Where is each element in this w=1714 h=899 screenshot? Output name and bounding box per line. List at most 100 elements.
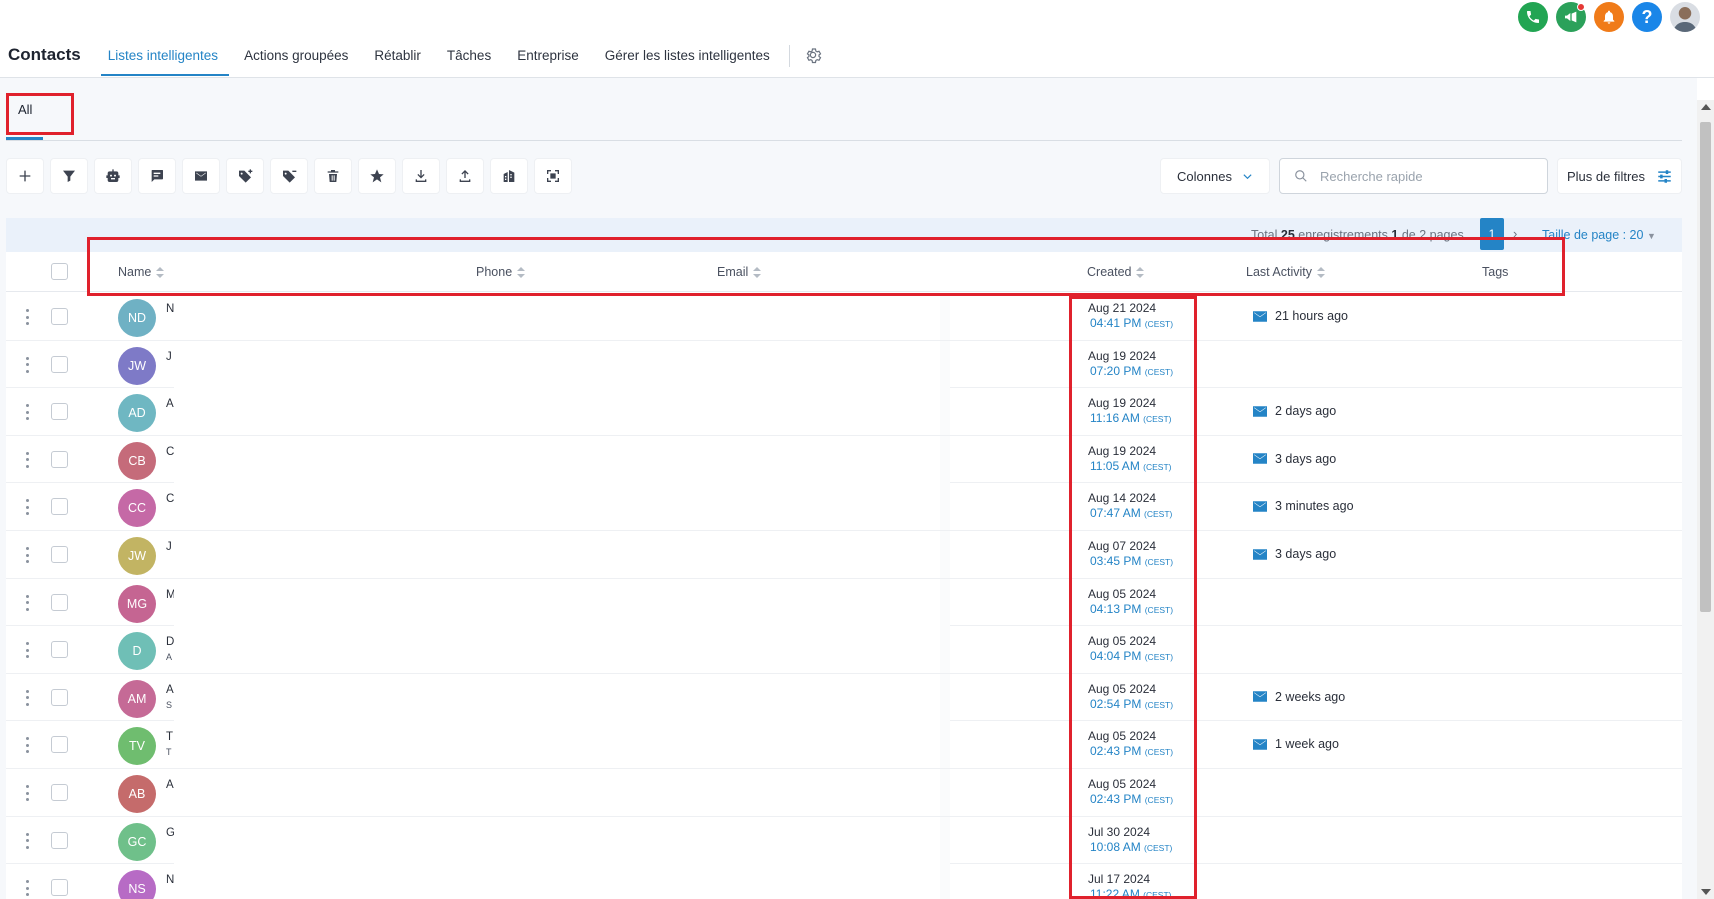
smart-list-tab-all[interactable]: All xyxy=(18,102,32,117)
row-menu-icon[interactable] xyxy=(26,642,30,659)
table-row[interactable]: ND N Aug 21 2024 04:41 PM (CEST) 21 hours ag… xyxy=(6,293,1682,341)
import-button[interactable] xyxy=(402,158,440,194)
merge-button[interactable] xyxy=(534,158,572,194)
remove-tag-button[interactable] xyxy=(270,158,308,194)
table-row[interactable]: TV T T Aug 05 2024 02:43 PM (CEST) 1 week ago xyxy=(6,721,1682,769)
scroll-thumb[interactable] xyxy=(1700,122,1711,612)
table-row[interactable]: D D A Aug 05 2024 04:04 PM (CEST) xyxy=(6,626,1682,674)
row-menu-icon[interactable] xyxy=(26,594,30,611)
workflow-robot-button[interactable] xyxy=(94,158,132,194)
table-row[interactable]: AB A Aug 05 2024 02:43 PM (CEST) xyxy=(6,769,1682,817)
column-header-phone[interactable]: Phone xyxy=(476,265,526,279)
row-menu-icon[interactable] xyxy=(26,880,30,897)
column-header-last-activity[interactable]: Last Activity xyxy=(1246,265,1325,279)
star-button[interactable] xyxy=(358,158,396,194)
row-checkbox[interactable] xyxy=(51,784,68,801)
scroll-down-icon[interactable] xyxy=(1701,889,1711,895)
more-filters-button[interactable]: Plus de filtres xyxy=(1557,158,1682,194)
company-button[interactable] xyxy=(490,158,528,194)
row-checkbox[interactable] xyxy=(51,498,68,516)
avatar[interactable]: GC xyxy=(118,822,156,861)
table-row[interactable]: AM A S Aug 05 2024 02:54 PM (CEST) 2 weeks ag… xyxy=(6,673,1682,722)
avatar[interactable]: CC xyxy=(118,489,156,528)
tab-taches[interactable]: Tâches xyxy=(436,36,502,76)
table-row[interactable]: MG M Aug 05 2024 04:13 PM (CEST) xyxy=(6,578,1682,627)
help-icon[interactable]: ? xyxy=(1632,2,1662,32)
row-checkbox[interactable] xyxy=(51,403,68,421)
avatar[interactable]: JW xyxy=(118,537,156,575)
row-checkbox[interactable] xyxy=(51,831,68,849)
contact-name[interactable]: A xyxy=(166,684,174,696)
page-button-1[interactable]: 1 xyxy=(1480,218,1504,250)
row-checkbox[interactable] xyxy=(51,641,68,659)
row-checkbox[interactable] xyxy=(51,355,68,373)
delete-button[interactable] xyxy=(314,158,352,194)
table-row[interactable]: CC C Aug 14 2024 07:47 AM (CEST) 3 minutes a… xyxy=(6,483,1682,531)
contact-name[interactable]: A xyxy=(166,398,174,410)
row-menu-icon[interactable] xyxy=(26,404,30,421)
avatar[interactable]: ND xyxy=(118,299,156,337)
row-menu-icon[interactable] xyxy=(26,309,30,325)
table-row[interactable]: JW J Aug 19 2024 07:20 PM (CEST) xyxy=(6,340,1682,389)
table-row[interactable]: JW J Aug 07 2024 03:45 PM (CEST) 3 days ago xyxy=(6,531,1682,579)
tab-entreprise[interactable]: Entreprise xyxy=(506,36,590,76)
add-tag-button[interactable] xyxy=(226,158,264,194)
row-menu-icon[interactable] xyxy=(26,737,30,754)
user-avatar[interactable] xyxy=(1670,2,1700,32)
avatar[interactable]: AB xyxy=(118,775,156,813)
tab-gerer-listes[interactable]: Gérer les listes intelligentes xyxy=(594,36,781,76)
avatar[interactable]: NS xyxy=(118,870,156,899)
contact-name[interactable]: J xyxy=(166,541,172,553)
column-header-created[interactable]: Created xyxy=(1087,265,1145,279)
export-button[interactable] xyxy=(446,158,484,194)
quick-search[interactable] xyxy=(1279,158,1548,194)
tab-retablir[interactable]: Rétablir xyxy=(363,36,432,76)
bell-icon[interactable] xyxy=(1594,2,1624,32)
avatar[interactable]: MG xyxy=(118,584,156,623)
phone-icon[interactable] xyxy=(1518,2,1548,32)
add-contact-button[interactable] xyxy=(6,158,44,194)
row-menu-icon[interactable] xyxy=(26,356,30,373)
row-menu-icon[interactable] xyxy=(26,451,30,468)
tab-actions-groupees[interactable]: Actions groupées xyxy=(233,36,359,76)
row-checkbox[interactable] xyxy=(51,736,68,754)
row-checkbox[interactable] xyxy=(51,546,68,563)
contact-name[interactable]: A xyxy=(166,779,174,791)
next-page-icon[interactable]: › xyxy=(1513,226,1517,241)
row-checkbox[interactable] xyxy=(51,308,68,325)
avatar[interactable]: CB xyxy=(118,441,156,480)
email-button[interactable] xyxy=(182,158,220,194)
row-checkbox[interactable] xyxy=(51,879,68,897)
avatar[interactable]: TV xyxy=(118,727,156,766)
contact-name[interactable]: J xyxy=(166,351,172,363)
row-menu-icon[interactable] xyxy=(26,499,30,516)
sms-button[interactable] xyxy=(138,158,176,194)
scroll-up-icon[interactable] xyxy=(1701,104,1711,110)
column-header-email[interactable]: Email xyxy=(717,265,762,279)
megaphone-icon[interactable] xyxy=(1556,2,1586,32)
row-menu-icon[interactable] xyxy=(26,832,30,849)
contact-name[interactable]: T xyxy=(166,731,173,743)
filter-button[interactable] xyxy=(50,158,88,194)
vertical-scrollbar[interactable] xyxy=(1697,100,1714,899)
table-row[interactable]: AD A Aug 19 2024 11:16 AM (CEST) 2 days ago xyxy=(6,388,1682,436)
tab-listes-intelligentes[interactable]: Listes intelligentes xyxy=(100,36,230,76)
row-checkbox[interactable] xyxy=(51,688,68,706)
row-menu-icon[interactable] xyxy=(26,785,30,801)
row-checkbox[interactable] xyxy=(51,450,68,468)
column-header-name[interactable]: Name xyxy=(118,265,165,279)
avatar[interactable]: JW xyxy=(118,346,156,385)
row-menu-icon[interactable] xyxy=(26,547,30,563)
avatar[interactable]: AM xyxy=(118,679,156,718)
page-size-select[interactable]: Taille de page : 20 ▼ xyxy=(1542,228,1656,242)
table-row[interactable]: CB C Aug 19 2024 11:05 AM (CEST) 3 days ago xyxy=(6,435,1682,484)
row-menu-icon[interactable] xyxy=(26,689,30,706)
row-checkbox[interactable] xyxy=(51,593,68,611)
table-row[interactable]: NS N Jul 17 2024 11:22 AM (CEST) xyxy=(6,864,1682,899)
avatar[interactable]: D xyxy=(118,632,156,671)
gear-icon[interactable] xyxy=(804,46,822,64)
columns-button[interactable]: Colonnes xyxy=(1160,158,1270,194)
table-row[interactable]: GC G Jul 30 2024 10:08 AM (CEST) xyxy=(6,816,1682,865)
avatar[interactable]: AD xyxy=(118,394,156,433)
search-input[interactable] xyxy=(1320,168,1520,184)
